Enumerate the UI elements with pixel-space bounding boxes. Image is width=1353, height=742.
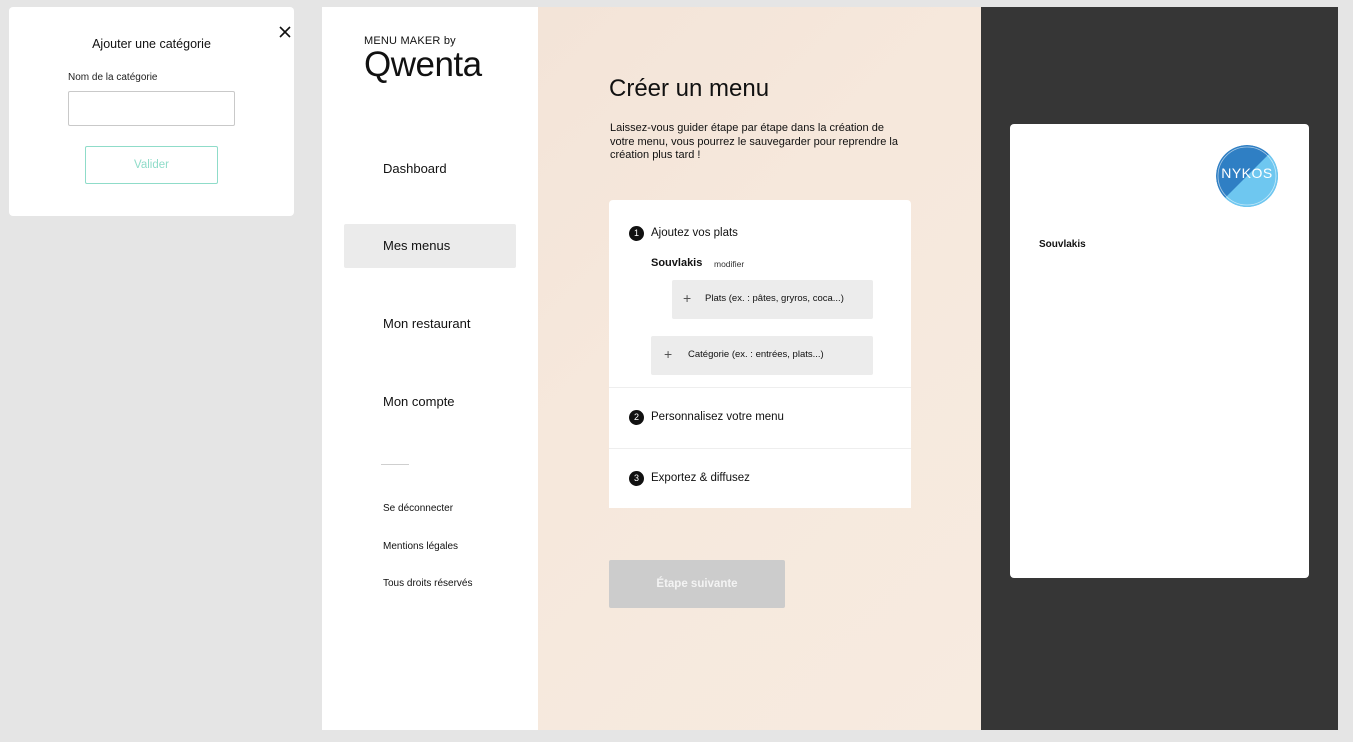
step-title-customize[interactable]: Personnalisez votre menu bbox=[651, 411, 784, 423]
sidebar-divider bbox=[381, 464, 409, 465]
restaurant-logo: NYKOS bbox=[1216, 145, 1278, 207]
step-title-export[interactable]: Exportez & diffusez bbox=[651, 472, 750, 484]
category-name: Souvlakis bbox=[651, 257, 703, 269]
brand-logo: Qwenta bbox=[364, 45, 482, 84]
sidebar-item-mes-menus[interactable]: Mes menus bbox=[344, 224, 516, 268]
sidebar-item-mon-compte[interactable]: Mon compte bbox=[344, 380, 516, 424]
preview-category: Souvlakis bbox=[1039, 239, 1086, 250]
validate-button[interactable]: Valider bbox=[85, 146, 218, 184]
edit-category-link[interactable]: modifier bbox=[714, 259, 744, 269]
steps-card: 1 Ajoutez vos plats Souvlakis modifier +… bbox=[609, 200, 911, 508]
legal-link[interactable]: Mentions légales bbox=[383, 541, 458, 552]
sidebar-item-dashboard[interactable]: Dashboard bbox=[344, 147, 516, 191]
add-category-label: Catégorie (ex. : entrées, plats...) bbox=[688, 349, 824, 360]
main-content: Créer un menu Laissez-vous guider étape … bbox=[538, 7, 981, 730]
sidebar-item-mon-restaurant[interactable]: Mon restaurant bbox=[344, 302, 516, 346]
modal-title: Ajouter une catégorie bbox=[92, 37, 211, 51]
rights-link[interactable]: Tous droits réservés bbox=[383, 578, 472, 589]
step-title-add-dishes[interactable]: Ajoutez vos plats bbox=[651, 227, 738, 239]
step-divider bbox=[609, 448, 911, 449]
add-dish-label: Plats (ex. : pâtes, gryros, coca...) bbox=[705, 293, 844, 304]
logout-link[interactable]: Se déconnecter bbox=[383, 503, 453, 514]
menu-preview-panel: NYKOS Souvlakis bbox=[981, 7, 1338, 730]
plus-icon: + bbox=[664, 346, 673, 362]
category-name-input[interactable] bbox=[68, 91, 235, 126]
add-category-modal: Ajouter une catégorie Nom de la catégori… bbox=[9, 7, 294, 216]
page-intro: Laissez-vous guider étape par étape dans… bbox=[610, 122, 898, 161]
add-category-button[interactable]: + Catégorie (ex. : entrées, plats...) bbox=[651, 336, 873, 375]
plus-icon: + bbox=[683, 290, 692, 306]
menu-preview-page: NYKOS Souvlakis bbox=[1010, 124, 1309, 578]
step-number: 1 bbox=[629, 226, 644, 241]
step-divider bbox=[609, 387, 911, 388]
add-dish-button[interactable]: + Plats (ex. : pâtes, gryros, coca...) bbox=[672, 280, 873, 319]
page-title: Créer un menu bbox=[609, 75, 770, 102]
app-window: MENU MAKER by Qwenta Dashboard Mes menus… bbox=[322, 7, 1338, 730]
next-step-button[interactable]: Étape suivante bbox=[609, 560, 785, 608]
sidebar: MENU MAKER by Qwenta Dashboard Mes menus… bbox=[322, 7, 538, 730]
restaurant-logo-text: NYKOS bbox=[1221, 165, 1273, 181]
category-name-label: Nom de la catégorie bbox=[68, 72, 158, 83]
step-number: 3 bbox=[629, 471, 644, 486]
step-number: 2 bbox=[629, 410, 644, 425]
